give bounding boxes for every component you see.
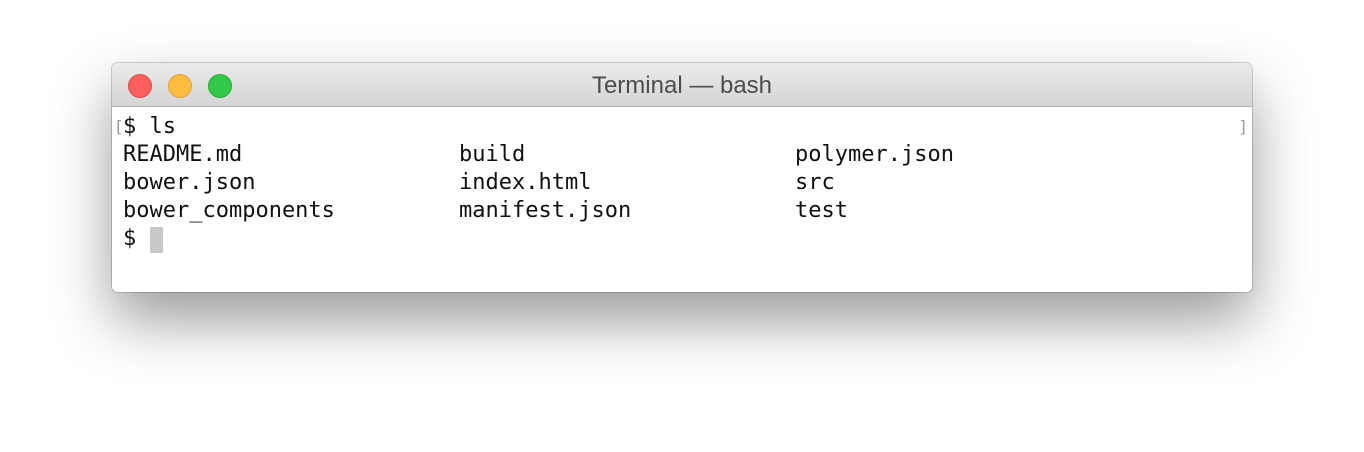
title-bar[interactable]: Terminal — bash <box>112 63 1252 107</box>
listing-item: bower.json <box>123 170 256 195</box>
prompt: $ <box>123 226 137 251</box>
listing-item: test <box>795 198 848 223</box>
command-line: $ ls <box>123 114 176 139</box>
listing-item: polymer.json <box>795 142 954 167</box>
mark-bracket-right: ] <box>1238 117 1248 136</box>
listing-item: index.html <box>459 170 592 195</box>
terminal-window: Terminal — bash [ ] $ ls README.md build… <box>112 63 1252 292</box>
terminal-output[interactable]: [ ] $ ls README.md build polymer.json bo… <box>112 107 1252 292</box>
listing-item: src <box>795 170 835 195</box>
listing-item: manifest.json <box>459 198 632 223</box>
listing-item: README.md <box>123 142 243 167</box>
window-title: Terminal — bash <box>591 72 773 99</box>
text-cursor <box>150 227 163 253</box>
listing-item: build <box>459 142 526 167</box>
listing-item: bower_components <box>123 198 335 223</box>
